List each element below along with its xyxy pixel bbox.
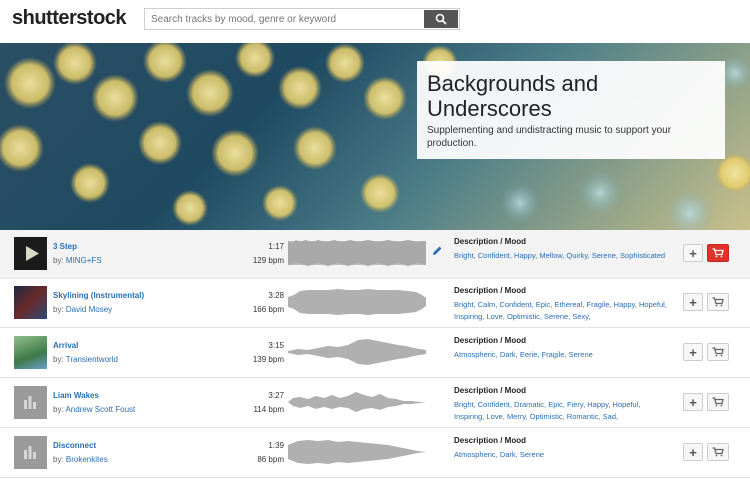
- add-to-lightbox-button[interactable]: +: [683, 393, 703, 411]
- add-to-lightbox-button[interactable]: +: [683, 244, 703, 262]
- track-row: 3 Step by: MING+FS 1:17 129 bpm Descript…: [0, 230, 750, 279]
- track-title[interactable]: Arrival: [53, 341, 78, 350]
- track-thumbnail[interactable]: [14, 436, 47, 469]
- plus-icon: +: [689, 394, 697, 410]
- search-box: [144, 8, 460, 30]
- add-to-lightbox-button[interactable]: +: [683, 343, 703, 361]
- track-thumbnail[interactable]: [14, 336, 47, 369]
- add-to-lightbox-button[interactable]: +: [683, 293, 703, 311]
- add-to-cart-button[interactable]: [707, 343, 729, 361]
- track-thumbnail[interactable]: [14, 386, 47, 419]
- add-to-cart-button[interactable]: [707, 443, 729, 461]
- track-row: Arrival by: Transientworld 3:15 139 bpm …: [0, 329, 750, 378]
- track-artist-line: by: MING+FS: [53, 256, 102, 265]
- pencil-icon[interactable]: [432, 245, 443, 256]
- track-artist-line: by: Andrew Scott Foust: [53, 405, 135, 414]
- cart-icon: [712, 447, 724, 457]
- waveform[interactable]: [288, 238, 426, 268]
- plus-icon: +: [689, 245, 697, 261]
- track-artist[interactable]: David Mosey: [66, 305, 112, 314]
- cart-icon: [712, 397, 724, 407]
- search-icon: [435, 13, 447, 25]
- track-title[interactable]: Liam Wakes: [53, 391, 99, 400]
- by-label: by:: [53, 256, 64, 265]
- mood-tags[interactable]: Atmospheric, Dark, Serene: [454, 449, 669, 461]
- hero-title-line1: Backgrounds and: [427, 71, 599, 96]
- by-label: by:: [53, 355, 64, 364]
- cart-icon: [712, 248, 724, 258]
- track-row: Liam Wakes by: Andrew Scott Foust 3:27 1…: [0, 379, 750, 428]
- track-artist[interactable]: Andrew Scott Foust: [65, 405, 135, 414]
- track-title[interactable]: 3 Step: [53, 242, 77, 251]
- description-heading: Description / Mood: [454, 286, 526, 295]
- shutterstock-logo[interactable]: shutterstock: [12, 7, 127, 30]
- by-label: by:: [53, 405, 64, 414]
- track-title[interactable]: Disconnect: [53, 441, 96, 450]
- mood-tags[interactable]: Bright, Confident, Happy, Mellow, Quirky…: [454, 250, 669, 262]
- waveform[interactable]: [288, 337, 426, 367]
- music-placeholder-icon: [24, 446, 36, 459]
- track-duration: 3:15: [268, 341, 284, 350]
- track-bpm: 129 bpm: [252, 256, 284, 265]
- site-header: shutterstock: [0, 0, 750, 43]
- track-row: Disconnect by: Brokenkites 1:39 86 bpm D…: [0, 429, 750, 478]
- plus-icon: +: [689, 344, 697, 360]
- hero-subtitle: Supplementing and undistracting music to…: [427, 125, 672, 149]
- by-label: by:: [53, 305, 64, 314]
- description-heading: Description / Mood: [454, 386, 526, 395]
- track-duration: 3:27: [268, 391, 284, 400]
- track-artist[interactable]: MING+FS: [66, 256, 102, 265]
- play-icon: [26, 246, 39, 261]
- track-bpm: 114 bpm: [253, 405, 284, 414]
- mood-tags[interactable]: Bright, Confident, Dramatic, Epic, Fiery…: [454, 399, 669, 423]
- add-to-lightbox-button[interactable]: +: [683, 443, 703, 461]
- track-bpm: 86 bpm: [257, 455, 284, 464]
- hero-title: Backgrounds and Underscores: [427, 71, 598, 121]
- plus-icon: +: [689, 444, 697, 460]
- description-heading: Description / Mood: [454, 336, 526, 345]
- track-thumbnail[interactable]: [14, 237, 47, 270]
- track-artist-line: by: David Mosey: [53, 305, 112, 314]
- track-duration: 3:28: [268, 291, 284, 300]
- cart-icon: [712, 297, 724, 307]
- track-bpm: 166 bpm: [252, 305, 284, 314]
- hero-text-box: Backgrounds and Underscores Supplementin…: [417, 61, 725, 159]
- hero-title-line2: Underscores: [427, 96, 552, 121]
- track-title[interactable]: Skylining (Instrumental): [53, 291, 144, 300]
- add-to-cart-button[interactable]: [707, 393, 729, 411]
- track-artist-line: by: Brokenkites: [53, 455, 108, 464]
- mood-tags[interactable]: Atmospheric, Dark, Eerie, Fragile, Seren…: [454, 349, 669, 361]
- plus-icon: +: [689, 294, 697, 310]
- by-label: by:: [53, 455, 64, 464]
- music-placeholder-icon: [24, 396, 36, 409]
- hero-banner: Backgrounds and Underscores Supplementin…: [0, 43, 750, 230]
- track-artist[interactable]: Brokenkites: [66, 455, 108, 464]
- search-button[interactable]: [424, 10, 458, 28]
- track-thumbnail[interactable]: [14, 286, 47, 319]
- track-row: Skylining (Instrumental) by: David Mosey…: [0, 279, 750, 328]
- description-heading: Description / Mood: [454, 237, 526, 246]
- waveform[interactable]: [288, 287, 426, 317]
- track-artist[interactable]: Transientworld: [66, 355, 118, 364]
- cart-icon: [712, 347, 724, 357]
- track-bpm: 139 bpm: [252, 355, 284, 364]
- waveform[interactable]: [288, 437, 426, 467]
- track-duration: 1:17: [268, 242, 284, 251]
- mood-tags[interactable]: Bright, Calm, Confident, Epic, Ethereal,…: [454, 299, 669, 323]
- add-to-cart-button[interactable]: [707, 293, 729, 311]
- track-duration: 1:39: [268, 441, 284, 450]
- add-to-cart-button[interactable]: [707, 244, 729, 262]
- description-heading: Description / Mood: [454, 436, 526, 445]
- track-artist-line: by: Transientworld: [53, 355, 118, 364]
- waveform[interactable]: [288, 387, 426, 417]
- search-input[interactable]: [145, 9, 435, 29]
